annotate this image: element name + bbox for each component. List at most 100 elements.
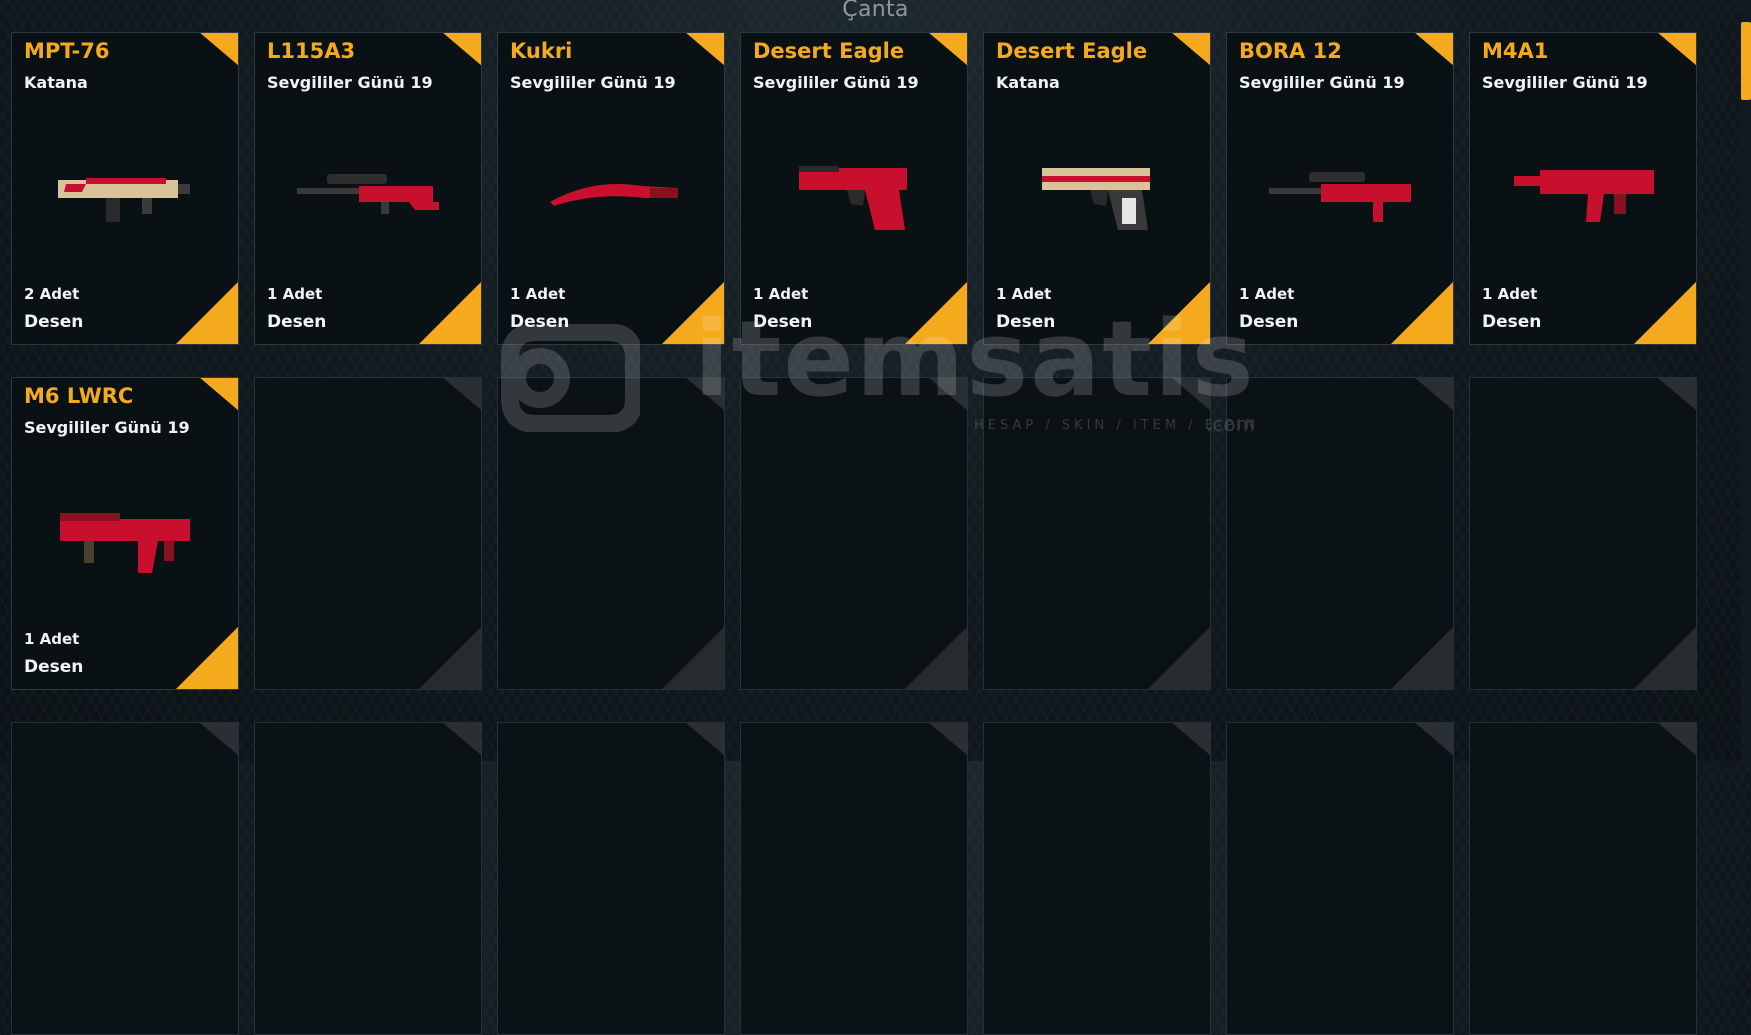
weapon-name: Desert Eagle	[753, 39, 905, 63]
sniper-icon	[1249, 138, 1433, 248]
empty-slot[interactable]	[740, 377, 968, 690]
item-type: Desen	[510, 312, 570, 332]
corner-accent	[199, 723, 238, 756]
skin-name: Sevgililer Günü 19	[753, 73, 919, 92]
corner-accent	[175, 626, 238, 689]
corner-accent	[175, 281, 238, 344]
skin-name: Sevgililer Günü 19	[1482, 73, 1648, 92]
corner-accent	[661, 626, 724, 689]
inventory-card[interactable]: Kukri Sevgililer Günü 19 1 Adet Desen	[497, 32, 725, 345]
corner-accent	[661, 281, 724, 344]
weapon-name: Desert Eagle	[996, 39, 1148, 63]
inventory-card[interactable]: MPT-76 Katana 2 Adet Desen	[11, 32, 239, 345]
skin-name: Katana	[996, 73, 1060, 92]
corner-accent	[1414, 33, 1453, 66]
empty-slot[interactable]	[254, 377, 482, 690]
weapon-name: MPT-76	[24, 39, 110, 63]
item-type: Desen	[1482, 312, 1542, 332]
weapon-name: M6 LWRC	[24, 384, 134, 408]
scrollbar[interactable]	[1741, 0, 1751, 761]
skin-name: Sevgililer Günü 19	[24, 418, 190, 437]
empty-slot[interactable]	[11, 722, 239, 1035]
corner-accent	[1171, 33, 1210, 66]
corner-accent	[418, 626, 481, 689]
skin-name: Sevgililer Günü 19	[1239, 73, 1405, 92]
pistol-icon	[763, 138, 947, 248]
skin-name: Sevgililer Günü 19	[510, 73, 676, 92]
weapon-name: M4A1	[1482, 39, 1549, 63]
corner-accent	[1147, 626, 1210, 689]
corner-accent	[442, 723, 481, 756]
corner-accent	[418, 281, 481, 344]
corner-accent	[1171, 723, 1210, 756]
corner-accent	[442, 378, 481, 411]
inventory-card[interactable]: BORA 12 Sevgililer Günü 19 1 Adet Desen	[1226, 32, 1454, 345]
item-type: Desen	[267, 312, 327, 332]
corner-accent	[1414, 723, 1453, 756]
skin-name: Katana	[24, 73, 88, 92]
item-count: 1 Adet	[24, 630, 80, 648]
empty-slot[interactable]	[497, 377, 725, 690]
corner-accent	[199, 378, 238, 411]
corner-accent	[685, 723, 724, 756]
empty-slot[interactable]	[497, 722, 725, 1035]
corner-accent	[1633, 281, 1696, 344]
corner-accent	[928, 33, 967, 66]
scrollbar-thumb[interactable]	[1741, 22, 1751, 100]
empty-slot[interactable]	[1469, 377, 1697, 690]
item-type: Desen	[24, 312, 84, 332]
pistol-icon	[1006, 138, 1190, 248]
item-type: Desen	[24, 657, 84, 677]
skin-name: Sevgililer Günü 19	[267, 73, 433, 92]
corner-accent	[442, 33, 481, 66]
empty-slot[interactable]	[254, 722, 482, 1035]
corner-accent	[1657, 378, 1696, 411]
item-count: 1 Adet	[267, 285, 323, 303]
empty-slot[interactable]	[1469, 722, 1697, 1035]
corner-accent	[1414, 378, 1453, 411]
smg-icon	[1492, 138, 1676, 248]
item-type: Desen	[996, 312, 1056, 332]
item-count: 1 Adet	[510, 285, 566, 303]
sniper-icon	[277, 138, 461, 248]
corner-accent	[1390, 281, 1453, 344]
corner-accent	[685, 33, 724, 66]
inventory-card[interactable]: Desert Eagle Katana 1 Adet Desen	[983, 32, 1211, 345]
corner-accent	[928, 723, 967, 756]
item-type: Desen	[1239, 312, 1299, 332]
rifle-icon	[34, 138, 218, 248]
weapon-name: L115A3	[267, 39, 356, 63]
corner-accent	[1657, 723, 1696, 756]
inventory-card[interactable]: L115A3 Sevgililer Günü 19 1 Adet Desen	[254, 32, 482, 345]
page-title: Çanta	[842, 0, 909, 22]
corner-accent	[1657, 33, 1696, 66]
corner-accent	[1390, 626, 1453, 689]
item-count: 1 Adet	[753, 285, 809, 303]
inventory-card[interactable]: M6 LWRC Sevgililer Günü 19 1 Adet Desen	[11, 377, 239, 690]
corner-accent	[685, 378, 724, 411]
knife-icon	[520, 138, 704, 248]
corner-accent	[1633, 626, 1696, 689]
empty-slot[interactable]	[1226, 722, 1454, 1035]
item-count: 1 Adet	[1482, 285, 1538, 303]
item-count: 1 Adet	[996, 285, 1052, 303]
item-count: 1 Adet	[1239, 285, 1295, 303]
inventory-grid: MPT-76 Katana 2 Adet Desen L115A3 Sevgil…	[11, 32, 1697, 1035]
weapon-name: BORA 12	[1239, 39, 1342, 63]
corner-accent	[199, 33, 238, 66]
corner-accent	[1147, 281, 1210, 344]
empty-slot[interactable]	[983, 722, 1211, 1035]
item-type: Desen	[753, 312, 813, 332]
inventory-card[interactable]: Desert Eagle Sevgililer Günü 19 1 Adet D…	[740, 32, 968, 345]
corner-accent	[928, 378, 967, 411]
item-count: 2 Adet	[24, 285, 80, 303]
corner-accent	[904, 626, 967, 689]
empty-slot[interactable]	[1226, 377, 1454, 690]
smg-icon	[34, 483, 218, 593]
corner-accent	[1171, 378, 1210, 411]
weapon-name: Kukri	[510, 39, 573, 63]
empty-slot[interactable]	[740, 722, 968, 1035]
corner-accent	[904, 281, 967, 344]
inventory-card[interactable]: M4A1 Sevgililer Günü 19 1 Adet Desen	[1469, 32, 1697, 345]
empty-slot[interactable]	[983, 377, 1211, 690]
